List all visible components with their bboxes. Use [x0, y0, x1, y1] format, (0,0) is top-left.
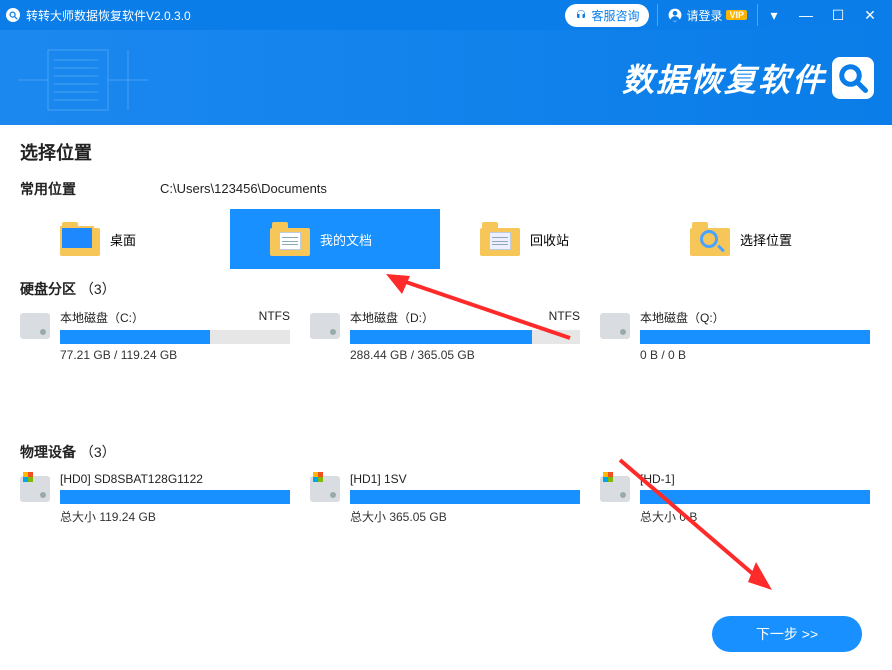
vip-badge: VIP [726, 10, 747, 20]
devices-heading: 物理设备 （3） [20, 442, 872, 462]
physical-drive-icon [600, 476, 630, 502]
brand-logo-icon [832, 57, 874, 99]
documents-icon [270, 222, 310, 256]
drive-icon [600, 313, 630, 339]
dropdown-button[interactable]: ▾ [758, 7, 790, 24]
app-title: 转转大师数据恢复软件V2.0.3.0 [26, 7, 191, 24]
brand-text: 数据恢复软件 [622, 55, 826, 101]
devices-row: [HD0] SD8SBAT128G1122 总大小 119.24 GB [HD1… [20, 472, 872, 525]
headset-icon [575, 9, 587, 21]
physical-drive-icon [20, 476, 50, 502]
browse-icon [690, 222, 730, 256]
support-button[interactable]: 客服咨询 [565, 4, 649, 27]
physical-drive-icon [310, 476, 340, 502]
partition-q[interactable]: 本地磁盘（Q:） 0 B / 0 B [600, 309, 870, 362]
titlebar: 转转大师数据恢复软件V2.0.3.0 客服咨询 请登录 VIP ▾ — ☐ ✕ [0, 0, 892, 30]
maximize-button[interactable]: ☐ [822, 7, 854, 24]
desktop-icon [60, 222, 100, 256]
location-browse[interactable]: 选择位置 [650, 209, 860, 269]
device-hd1[interactable]: [HD1] 1SV 总大小 365.05 GB [310, 472, 580, 525]
location-desktop[interactable]: 桌面 [20, 209, 230, 269]
close-button[interactable]: ✕ [854, 7, 886, 24]
partitions-row: 本地磁盘（C:）NTFS 77.21 GB / 119.24 GB 本地磁盘（D… [20, 309, 872, 362]
common-locations-heading: 常用位置 [20, 179, 872, 199]
drive-icon [310, 313, 340, 339]
location-documents[interactable]: 我的文档 [230, 209, 440, 269]
recycle-icon [480, 222, 520, 256]
user-icon [668, 8, 682, 22]
next-button[interactable]: 下一步 >> [712, 616, 862, 652]
selected-path: C:\Users\123456\Documents [160, 181, 327, 196]
device-hd-1[interactable]: [HD-1] 总大小 0 B [600, 472, 870, 525]
minimize-button[interactable]: — [790, 7, 822, 23]
common-locations-row: 桌面 我的文档 回收站 选择位置 [20, 209, 872, 269]
drive-icon [20, 313, 50, 339]
device-hd0[interactable]: [HD0] SD8SBAT128G1122 总大小 119.24 GB [20, 472, 290, 525]
login-button[interactable]: 请登录 VIP [657, 4, 758, 26]
partition-c[interactable]: 本地磁盘（C:）NTFS 77.21 GB / 119.24 GB [20, 309, 290, 362]
app-logo-icon [6, 8, 20, 22]
decorative-lines-icon [18, 40, 238, 120]
location-recycle[interactable]: 回收站 [440, 209, 650, 269]
partitions-heading: 硬盘分区 （3） [20, 279, 872, 299]
hero-banner: 数据恢复软件 [0, 30, 892, 125]
partition-d[interactable]: 本地磁盘（D:）NTFS 288.44 GB / 365.05 GB [310, 309, 580, 362]
page-title: 选择位置 [20, 139, 872, 165]
